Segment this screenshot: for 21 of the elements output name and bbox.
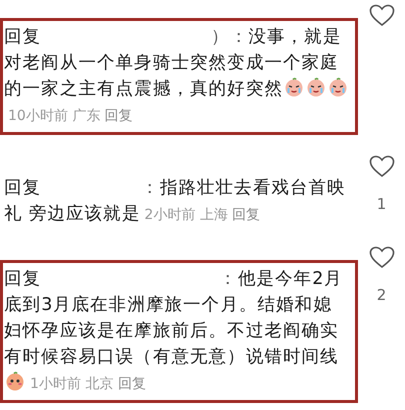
blushing-emoji-icon [5, 371, 25, 391]
comment-text: 回复 ）：没事，就是对老阎从一个单身骑士突然变成一个家庭的一家之主有点震撼，真的好突然 10小时前 广东 回复 [4, 24, 349, 129]
comment-time: 10小时前 [8, 108, 68, 124]
crying-emoji-icon [284, 77, 304, 97]
comment-text: 回复 ：他是今年2月底到3月底在非洲摩旅一个月。结婚和媳妇怀孕应该是在摩旅前后。不过老阎确实有时候容易口误（有意无意）说错时间线 1小时前 北京 回复 [4, 268, 344, 394]
like-count: 2 [376, 285, 386, 306]
reply-link[interactable]: 回复 [118, 376, 146, 392]
reply-link[interactable]: 回复 [104, 108, 133, 124]
like-count: 1 [376, 194, 386, 215]
heart-icon[interactable] [368, 246, 394, 270]
comment-location: 北京 [85, 376, 114, 392]
crying-emoji-icon [306, 77, 326, 97]
comment-location: 上海 [200, 207, 228, 223]
comment-text: 回复 ：指路壮壮去看戏台首映礼 旁边应该就是 2小时前 上海 回复 [4, 177, 347, 226]
comment-time: 2小时前 [144, 207, 196, 223]
comment-time: 1小时前 [30, 376, 81, 392]
reply-link[interactable]: 回复 [232, 207, 260, 223]
heart-icon[interactable] [368, 155, 394, 179]
heart-icon[interactable] [368, 4, 394, 28]
comment-location: 广东 [72, 108, 100, 124]
crying-emoji-icon [328, 77, 348, 97]
